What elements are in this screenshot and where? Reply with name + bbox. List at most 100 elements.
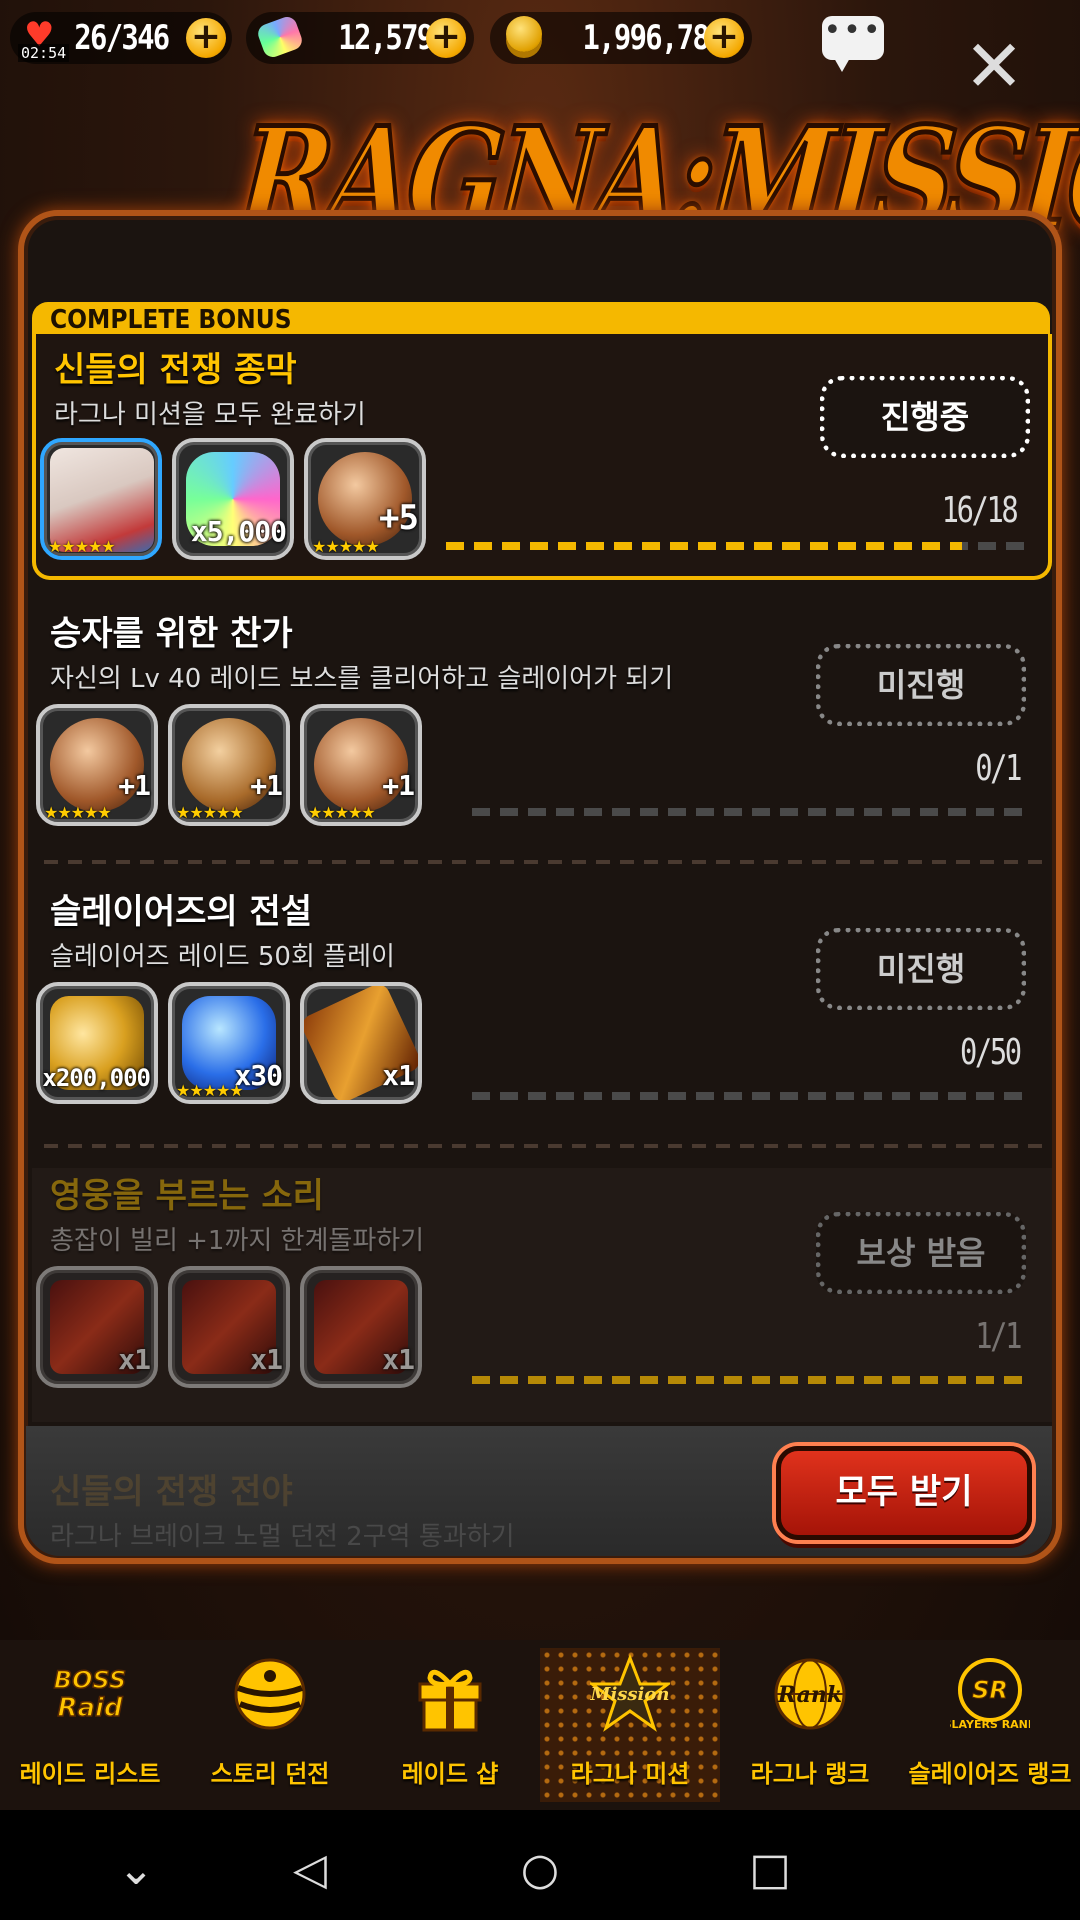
nav-ragna-rank[interactable]: Rank 라그나 랭크 <box>720 1648 900 1802</box>
reward-quantity: x1 <box>382 1343 415 1376</box>
rainbow-gem-icon <box>255 14 305 60</box>
reward-limit-break-ticket[interactable]: x1 <box>300 1266 422 1388</box>
reward-amulet-enhance[interactable]: +1 ★★★★★ <box>300 704 422 826</box>
reward-quantity: x1 <box>382 1059 415 1092</box>
reward-blue-gem[interactable]: x30 ★★★★★ <box>168 982 290 1104</box>
mission-star-icon: Mission <box>590 1654 670 1732</box>
reward-ring-enhance[interactable]: +1 ★★★★★ <box>168 704 290 826</box>
nav-slayers-rank[interactable]: SR SLAYERS RANK 슬레이어즈 랭크 <box>900 1648 1080 1802</box>
system-navigation-bar: ⌄ ◁ ○ □ <box>0 1810 1080 1920</box>
svg-text:BOSS: BOSS <box>54 1666 126 1694</box>
reward-character[interactable]: ★★★★★ <box>40 438 162 560</box>
svg-text:Mission: Mission <box>590 1684 669 1705</box>
reward-quantity: +1 <box>250 769 283 802</box>
reward-rainbow-gem[interactable]: x5,000 <box>172 438 294 560</box>
svg-text:SR: SR <box>972 1676 1008 1704</box>
mission-title: 승자를 위한 찬가 <box>50 614 293 654</box>
nav-label: 라그나 랭크 <box>750 1760 870 1788</box>
divider <box>44 860 1044 864</box>
progress-text: 0/1 <box>975 748 1022 789</box>
mission-list[interactable]: 신들의 전쟁 종막 라그나 미션을 모두 완료하기 ★★★★★ x5,000 +… <box>28 300 1052 1422</box>
reward-sword-enhance[interactable]: +1 ★★★★★ <box>36 704 158 826</box>
reward-limit-break-ticket[interactable]: x1 <box>36 1266 158 1388</box>
reward-stars: ★★★★★ <box>44 803 112 822</box>
progress-fill <box>472 1376 1032 1384</box>
status-claimed-button[interactable]: 보상 받음 <box>816 1212 1026 1294</box>
reward-quantity: +1 <box>118 769 151 802</box>
back-icon[interactable]: ◁ <box>280 1840 340 1900</box>
nav-raid-list[interactable]: BOSS Raid 레이드 리스트 <box>0 1648 180 1802</box>
progress-bar <box>446 542 1026 550</box>
nav-label: 라그나 미션 <box>570 1760 690 1788</box>
bottom-nav: BOSS Raid 레이드 리스트 스토리 던전 레이드 샵 Mission 라… <box>0 1640 1080 1810</box>
chat-icon[interactable]: ••• <box>822 16 884 72</box>
mission-description: 자신의 Lv 40 레이드 보스를 클리어하고 슬레이어가 되기 <box>50 664 674 694</box>
story-dungeon-icon <box>234 1658 306 1730</box>
nav-label: 스토리 던전 <box>210 1760 330 1788</box>
nav-label: 레이드 샵 <box>401 1760 499 1788</box>
mission-title: 신들의 전쟁 종막 <box>54 350 297 390</box>
stamina-counter: ♥ 02:54 26/346 + <box>10 12 232 64</box>
slayers-rank-icon: SR SLAYERS RANK <box>950 1658 1030 1731</box>
nav-label: 레이드 리스트 <box>19 1760 161 1788</box>
add-stamina-button[interactable]: + <box>186 18 226 58</box>
mission-card-complete-bonus: 신들의 전쟁 종막 라그나 미션을 모두 완료하기 ★★★★★ x5,000 +… <box>32 334 1052 580</box>
status-in-progress-button[interactable]: 진행중 <box>820 376 1030 458</box>
reward-stars: ★★★★★ <box>176 803 244 822</box>
mission-description: 라그나 미션을 모두 완료하기 <box>54 400 366 430</box>
divider <box>44 1144 1044 1148</box>
gem-value: 12,579 <box>338 18 434 58</box>
progress-text: 0/50 <box>960 1032 1022 1073</box>
mission-card: 슬레이어즈의 전설 슬레이어즈 레이드 50회 플레이 x200,000 x30… <box>32 884 1052 1154</box>
reward-quantity: +1 <box>382 769 415 802</box>
gift-icon <box>418 1669 482 1732</box>
progress-text: 16/18 <box>941 490 1018 531</box>
status-not-started-button[interactable]: 미진행 <box>816 644 1026 726</box>
progress-bar <box>472 808 1032 816</box>
mission-title: 영웅을 부르는 소리 <box>50 1176 324 1216</box>
mission-description: 총잡이 빌리 +1까지 한계돌파하기 <box>50 1226 425 1256</box>
svg-text:Rank: Rank <box>777 1682 842 1708</box>
reward-limit-break-ticket[interactable]: x1 <box>168 1266 290 1388</box>
claim-all-button[interactable]: 모두 받기 <box>776 1446 1032 1540</box>
reward-quantity: x1 <box>250 1343 283 1376</box>
reward-quantity: x200,000 <box>42 1064 151 1092</box>
boss-raid-icon: BOSS Raid <box>53 1665 127 1724</box>
reward-stars: ★★★★★ <box>308 803 376 822</box>
reward-quantity: +5 <box>379 498 419 538</box>
nav-label: 슬레이어즈 랭크 <box>908 1760 1072 1788</box>
reward-quantity: x1 <box>118 1343 151 1376</box>
recents-icon[interactable]: □ <box>740 1840 800 1900</box>
clock: 02:54 <box>18 44 70 62</box>
status-not-started-button[interactable]: 미진행 <box>816 928 1026 1010</box>
gold-value: 1,996,780 <box>582 18 725 58</box>
close-icon[interactable]: ✕ <box>962 30 1026 102</box>
next-mission-description: 라그나 브레이크 노멀 던전 2구역 통과하기 <box>50 1522 515 1552</box>
reward-stars: ★★★★★ <box>176 1081 244 1100</box>
next-mission-title: 신들의 전쟁 전야 <box>50 1472 293 1512</box>
gold-coin-icon <box>506 16 542 52</box>
chevron-down-icon[interactable]: ⌄ <box>106 1840 166 1900</box>
progress-text: 1/1 <box>975 1316 1022 1357</box>
reward-stars: ★★★★★ <box>48 537 116 556</box>
mission-card: 승자를 위한 찬가 자신의 Lv 40 레이드 보스를 클리어하고 슬레이어가 … <box>32 600 1052 870</box>
nav-ragna-mission[interactable]: Mission 라그나 미션 <box>540 1648 720 1802</box>
reward-quantity: x5,000 <box>190 515 287 548</box>
rank-globe-icon: Rank <box>774 1658 846 1730</box>
nav-story-dungeon[interactable]: 스토리 던전 <box>180 1648 360 1802</box>
mission-card-claimed: 영웅을 부르는 소리 총잡이 빌리 +1까지 한계돌파하기 x1 x1 x1 보… <box>32 1168 1052 1422</box>
progress-bar <box>472 1092 1032 1100</box>
reward-ticket[interactable]: x1 <box>300 982 422 1104</box>
svg-text:SLAYERS RANK: SLAYERS RANK <box>950 1718 1030 1731</box>
progress-fill <box>446 542 962 550</box>
reward-sword-enhance[interactable]: +5 ★★★★★ <box>304 438 426 560</box>
add-gems-button[interactable]: + <box>426 18 466 58</box>
mission-description: 슬레이어즈 레이드 50회 플레이 <box>50 942 395 972</box>
nav-raid-shop[interactable]: 레이드 샵 <box>360 1648 540 1802</box>
stamina-value: 26/346 <box>74 18 170 58</box>
progress-bar <box>472 1376 1032 1384</box>
mission-title: 슬레이어즈의 전설 <box>50 892 313 932</box>
reward-gold-coins[interactable]: x200,000 <box>36 982 158 1104</box>
home-icon[interactable]: ○ <box>510 1840 570 1900</box>
add-gold-button[interactable]: + <box>704 18 744 58</box>
